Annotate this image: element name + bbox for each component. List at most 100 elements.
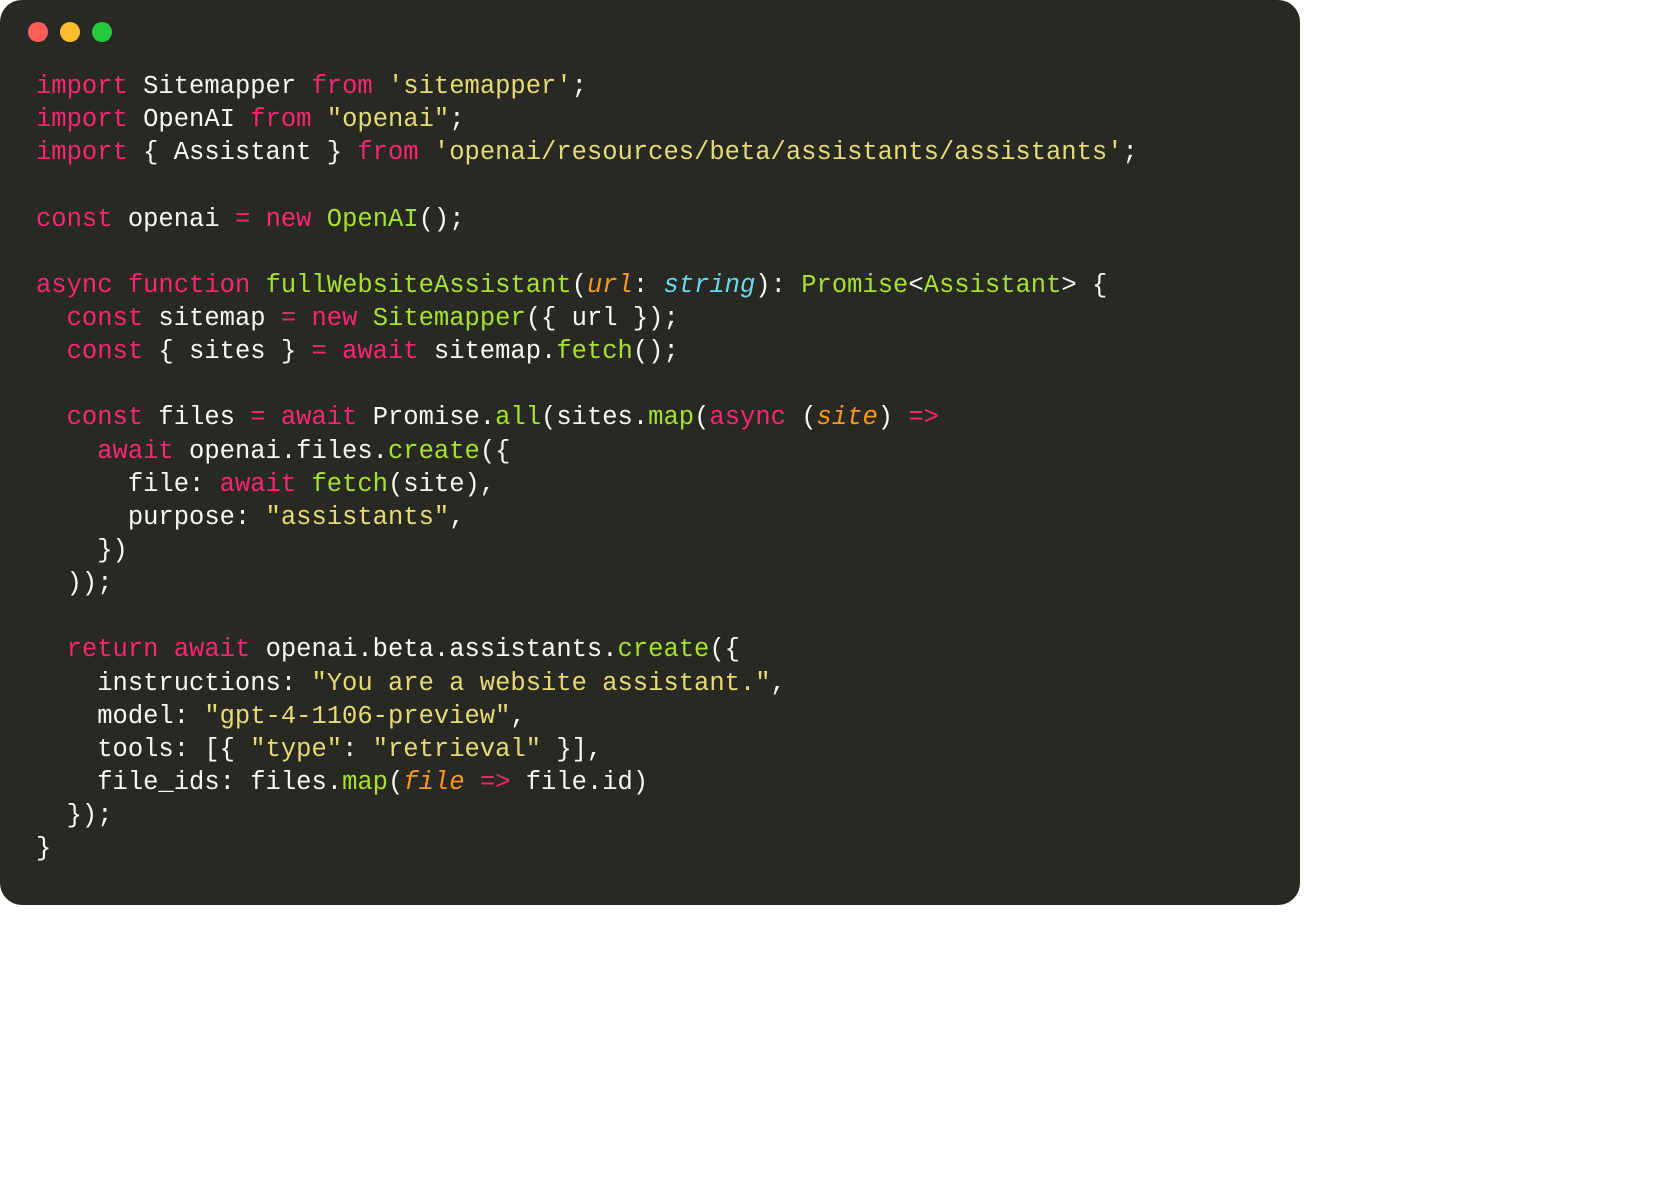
code-token: file <box>403 768 464 797</box>
code-token: fetch <box>556 337 633 366</box>
code-token: tools: [{ <box>36 735 250 764</box>
code-token: : <box>342 735 373 764</box>
code-token: < <box>908 271 923 300</box>
code-token: file_ids: files. <box>36 768 342 797</box>
code-token: )); <box>36 569 113 598</box>
code-token: } <box>36 834 51 863</box>
code-line: }); <box>36 801 113 830</box>
code-token: = <box>250 403 265 432</box>
code-token: => <box>908 403 939 432</box>
code-line: )); <box>36 569 113 598</box>
code-token: create <box>388 437 480 466</box>
code-token: ( <box>694 403 709 432</box>
code-token: { sites } <box>143 337 311 366</box>
code-token: model: <box>36 702 204 731</box>
code-token: const <box>67 337 144 366</box>
code-token: create <box>618 635 710 664</box>
code-token <box>36 403 67 432</box>
code-token: "gpt-4-1106-preview" <box>204 702 510 731</box>
code-token: file.id) <box>510 768 648 797</box>
code-block: import Sitemapper from 'sitemapper'; imp… <box>0 52 1300 905</box>
code-line: await openai.files.create({ <box>36 437 510 466</box>
code-token <box>266 403 281 432</box>
code-token: files <box>143 403 250 432</box>
code-line: const { sites } = await sitemap.fetch(); <box>36 337 679 366</box>
code-token: url <box>587 271 633 300</box>
code-token: Sitemapper <box>373 304 526 333</box>
code-token: import <box>36 138 128 167</box>
code-line: async function fullWebsiteAssistant(url:… <box>36 271 1107 300</box>
code-token: > { <box>1061 271 1107 300</box>
code-token <box>36 635 67 664</box>
code-token: = <box>311 337 326 366</box>
code-token: new <box>266 205 312 234</box>
code-token: Assistant <box>924 271 1062 300</box>
code-token <box>36 304 67 333</box>
code-token <box>296 304 311 333</box>
code-token: : <box>633 271 664 300</box>
code-token: Promise. <box>357 403 495 432</box>
maximize-icon[interactable] <box>92 22 112 42</box>
code-token: sitemap. <box>419 337 557 366</box>
code-token: , <box>510 702 525 731</box>
code-token: openai <box>113 205 235 234</box>
code-token: ({ <box>709 635 740 664</box>
code-token <box>36 337 67 366</box>
code-token: all <box>495 403 541 432</box>
code-token: ( <box>572 271 587 300</box>
code-token: { Assistant } <box>128 138 358 167</box>
close-icon[interactable] <box>28 22 48 42</box>
code-token: from <box>357 138 418 167</box>
code-token: map <box>648 403 694 432</box>
code-line: file_ids: files.map(file => file.id) <box>36 768 648 797</box>
code-token: (); <box>633 337 679 366</box>
minimize-icon[interactable] <box>60 22 80 42</box>
code-token: return <box>67 635 159 664</box>
code-token <box>296 470 311 499</box>
code-token: file: <box>36 470 220 499</box>
code-token: await <box>342 337 419 366</box>
code-token: ): <box>755 271 801 300</box>
code-line: } <box>36 834 51 863</box>
code-line: import OpenAI from "openai"; <box>36 105 465 134</box>
code-line: model: "gpt-4-1106-preview", <box>36 702 526 731</box>
code-token: import <box>36 72 128 101</box>
code-line: const files = await Promise.all(sites.ma… <box>36 403 939 432</box>
code-token <box>465 768 480 797</box>
code-token <box>327 337 342 366</box>
code-token: async <box>709 403 786 432</box>
code-token: map <box>342 768 388 797</box>
code-token: ({ url }); <box>526 304 679 333</box>
code-line: file: await fetch(site), <box>36 470 495 499</box>
code-token: ({ <box>480 437 511 466</box>
code-token: openai.files. <box>174 437 388 466</box>
code-token: ; <box>449 105 464 134</box>
code-line: }) <box>36 536 128 565</box>
code-token <box>373 72 388 101</box>
code-line: tools: [{ "type": "retrieval" }], <box>36 735 602 764</box>
code-token: ; <box>572 72 587 101</box>
code-token: 'openai/resources/beta/assistants/assist… <box>434 138 1123 167</box>
code-token: "assistants" <box>266 503 450 532</box>
code-line: const openai = new OpenAI(); <box>36 205 465 234</box>
code-window: import Sitemapper from 'sitemapper'; imp… <box>0 0 1300 905</box>
code-token: const <box>67 304 144 333</box>
code-token: ( <box>388 768 403 797</box>
code-token: }) <box>36 536 128 565</box>
code-line: const sitemap = new Sitemapper({ url }); <box>36 304 679 333</box>
code-token: , <box>771 669 786 698</box>
code-token <box>36 437 97 466</box>
code-token: "type" <box>250 735 342 764</box>
code-token: }); <box>36 801 113 830</box>
code-token: (sites. <box>541 403 648 432</box>
code-token <box>357 304 372 333</box>
code-token: (); <box>419 205 465 234</box>
code-token <box>250 271 265 300</box>
code-token: purpose: <box>36 503 266 532</box>
code-token: => <box>480 768 511 797</box>
code-line: instructions: "You are a website assista… <box>36 669 786 698</box>
code-token: import <box>36 105 128 134</box>
code-token: string <box>663 271 755 300</box>
code-token: fullWebsiteAssistant <box>266 271 572 300</box>
code-token: OpenAI <box>327 205 419 234</box>
